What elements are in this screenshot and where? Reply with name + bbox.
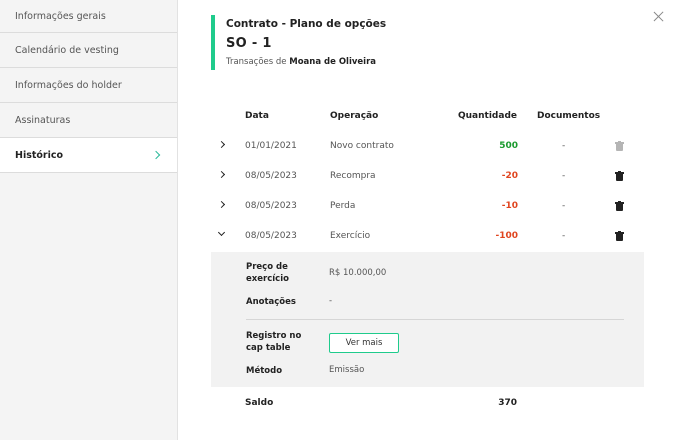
row-date: 01/01/2021 (245, 141, 297, 151)
sidebar-item-label: Informações do holder (15, 79, 122, 91)
method-value: Emissão (329, 365, 365, 375)
sidebar-item-assinaturas[interactable]: Assinaturas (0, 103, 177, 138)
row-date: 08/05/2023 (245, 171, 297, 181)
cap-table-label: Registro no cap table (246, 331, 302, 353)
table-row-expanded[interactable]: 08/05/2023 Exercício -100 - (211, 221, 644, 251)
column-header-documents: Documentos (537, 111, 601, 121)
row-documents: - (562, 231, 566, 241)
row-operation: Exercício (330, 231, 371, 241)
contract-title: Contrato - Plano de opções (226, 18, 387, 30)
row-quantity: -20 (501, 171, 518, 181)
chevron-down-icon[interactable] (217, 228, 226, 237)
header-accent-bar (211, 15, 215, 70)
row-operation: Perda (330, 201, 356, 211)
close-icon[interactable] (652, 10, 666, 24)
row-documents: - (562, 141, 566, 151)
sidebar-item-historico[interactable]: Histórico (0, 138, 177, 173)
notes-label: Anotações (246, 297, 296, 307)
subtitle-prefix: Transações de (226, 57, 290, 67)
transaction-details-panel: Preço de exercício R$ 10.000,00 Anotaçõe… (211, 252, 644, 387)
row-quantity: -10 (501, 201, 518, 211)
trash-icon (615, 141, 624, 151)
row-documents: - (562, 171, 566, 181)
exercise-price-label: Preço de exercício (246, 262, 289, 284)
details-divider (246, 319, 624, 320)
saldo-value: 370 (498, 398, 517, 408)
row-operation: Novo contrato (330, 141, 394, 151)
sidebar-item-calendario-vesting[interactable]: Calendário de vesting (0, 33, 177, 68)
exercise-price-value: R$ 10.000,00 (329, 268, 387, 278)
contract-code: SO - 1 (226, 36, 272, 51)
sidebar-item-label: Calendário de vesting (15, 44, 119, 56)
row-quantity: 500 (499, 141, 518, 151)
trash-icon[interactable] (615, 201, 624, 211)
row-date: 08/05/2023 (245, 231, 297, 241)
row-date: 08/05/2023 (245, 201, 297, 211)
chevron-right-icon[interactable] (217, 170, 226, 179)
row-quantity: -100 (495, 231, 518, 241)
sidebar-item-informacoes-holder[interactable]: Informações do holder (0, 68, 177, 103)
table-row[interactable]: 08/05/2023 Perda -10 - (211, 191, 644, 221)
column-header-operation: Operação (330, 111, 379, 121)
chevron-right-icon[interactable] (217, 140, 226, 149)
table-row[interactable]: 01/01/2021 Novo contrato 500 - (211, 131, 644, 161)
sidebar-item-label: Histórico (15, 149, 64, 161)
ver-mais-button[interactable]: Ver mais (329, 333, 399, 353)
row-documents: - (562, 201, 566, 211)
column-header-quantity: Quantidade (458, 111, 517, 121)
saldo-label: Saldo (245, 398, 274, 408)
column-header-date: Data (245, 111, 269, 121)
method-label: Método (246, 366, 283, 376)
row-operation: Recompra (330, 171, 376, 181)
trash-icon[interactable] (615, 231, 624, 241)
trash-icon[interactable] (615, 171, 624, 181)
holder-name: Moana de Oliveira (289, 57, 377, 67)
sidebar-item-informacoes-gerais[interactable]: Informações gerais (0, 0, 177, 33)
transactions-subtitle: Transações de Moana de Oliveira (226, 57, 376, 67)
chevron-right-icon (151, 150, 161, 160)
table-row[interactable]: 08/05/2023 Recompra -20 - (211, 161, 644, 191)
chevron-right-icon[interactable] (217, 200, 226, 209)
sidebar-item-label: Informações gerais (15, 10, 106, 22)
notes-value: - (329, 296, 333, 306)
sidebar-item-label: Assinaturas (15, 114, 71, 126)
sidebar: Informações gerais Calendário de vesting… (0, 0, 178, 440)
